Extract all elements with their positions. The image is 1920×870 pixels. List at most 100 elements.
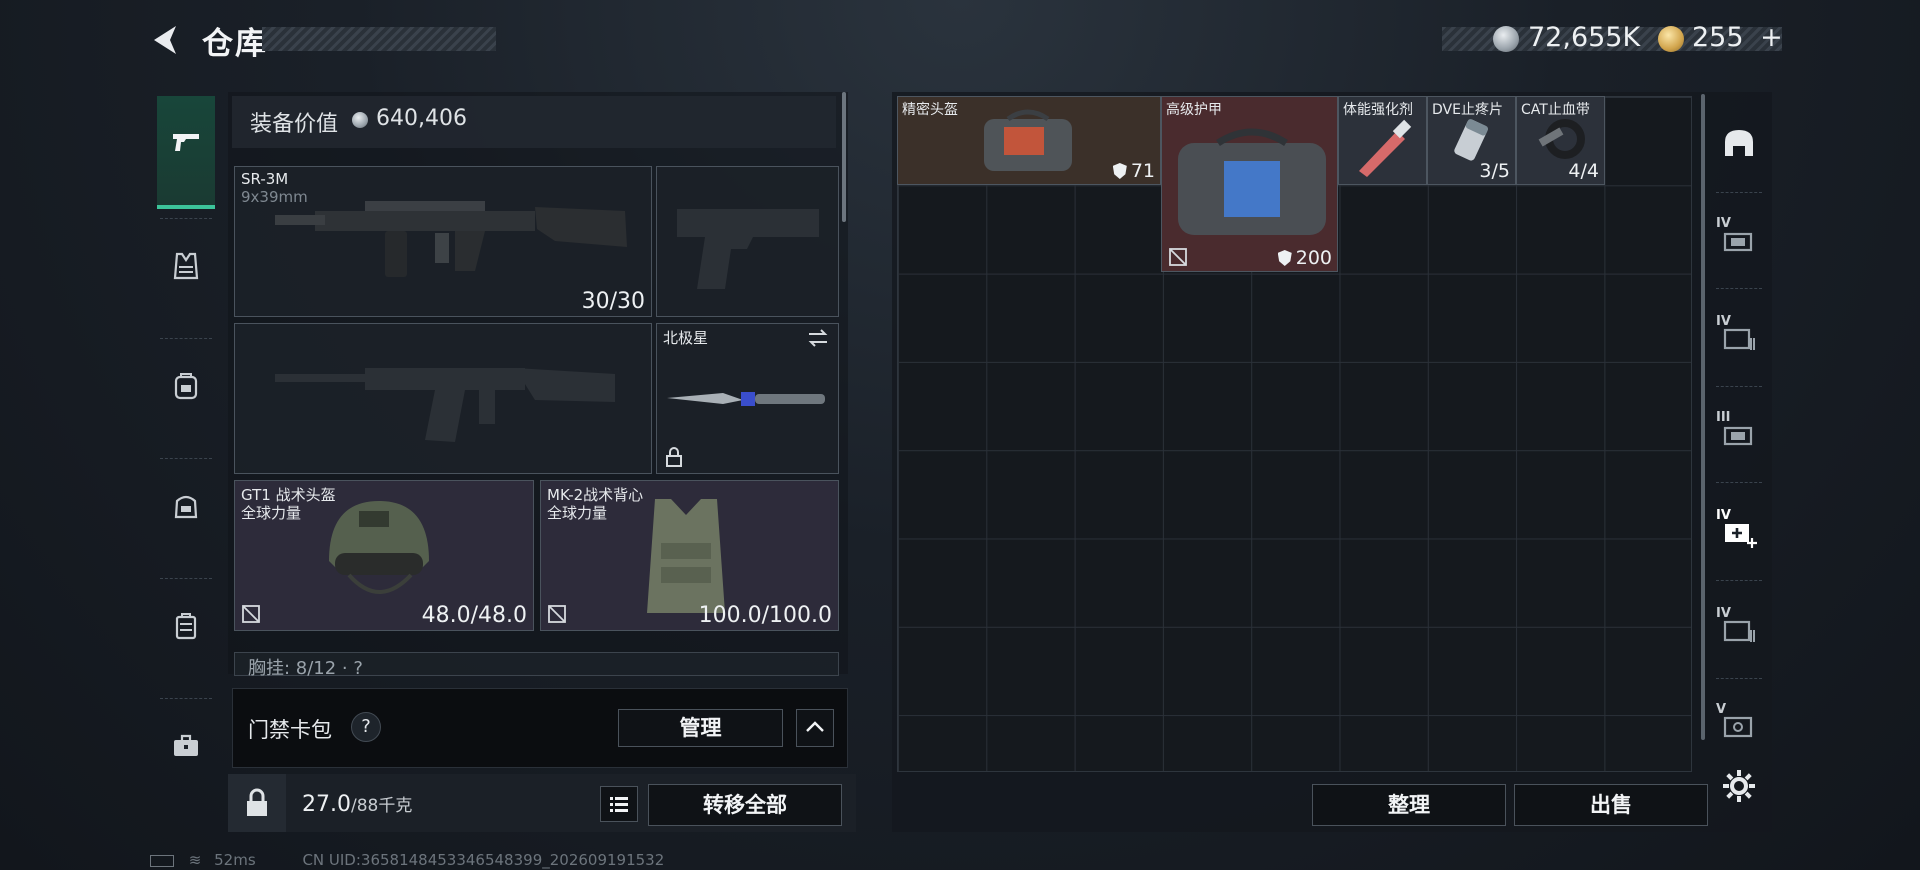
add-gold-button[interactable]: + (1760, 22, 1783, 53)
storage-item-stim[interactable]: 体能强化剂 (1338, 96, 1427, 185)
pistol-icon (173, 134, 199, 151)
armor-class-icon (1277, 250, 1292, 266)
list-view-button[interactable] (600, 786, 638, 822)
carry-weight: 27.0/88千克 (302, 791, 412, 817)
item-count: 4/4 (1568, 160, 1599, 182)
item-name: CAT止血带 (1521, 102, 1590, 118)
toolbox-icon (174, 734, 198, 756)
category-rail (150, 88, 222, 810)
rail-item-backpack[interactable] (156, 356, 216, 416)
rail-item-vest[interactable] (156, 236, 216, 296)
chest-rig-label: 胸挂: 8/12 · ? (248, 658, 363, 679)
tab-level: IV (1716, 216, 1731, 231)
helmet-icon (329, 501, 429, 594)
page-title: 仓库 (202, 26, 268, 62)
rail-item-pouch[interactable] (156, 476, 216, 536)
rifle-placeholder-icon (275, 368, 615, 442)
storage-tab-2[interactable]: IV (1712, 306, 1766, 366)
melee-slot[interactable]: 北极星 (656, 323, 839, 474)
pouch-icon (174, 495, 198, 519)
gear-icon (1723, 770, 1755, 802)
carry-weight-max: /88千克 (350, 796, 413, 816)
lock-icon (247, 788, 267, 816)
item-value-number: 71 (1130, 160, 1155, 182)
syringe-icon (1359, 119, 1412, 177)
helmet-outline-icon (1725, 130, 1753, 156)
lock-toggle[interactable] (228, 774, 286, 832)
keycard-label: 门禁卡包 (248, 718, 332, 742)
battery-icon (150, 854, 174, 867)
primary-weapon-name: SR-3M (241, 170, 289, 188)
gold-coin-icon (1658, 26, 1684, 52)
pistol-slot[interactable] (656, 166, 839, 317)
keycard-help-button[interactable]: ? (351, 712, 381, 742)
no-insure-icon (242, 605, 260, 623)
item-value-number: 200 (1295, 247, 1332, 269)
storage-scrollbar[interactable] (1701, 94, 1705, 740)
storage-tab-6[interactable]: V (1712, 694, 1766, 754)
pistol-placeholder-icon (677, 209, 819, 289)
chevron-up-icon (806, 721, 824, 732)
rail-item-toolbox[interactable] (156, 716, 216, 776)
ping-value: 52ms (214, 851, 256, 869)
equipment-value-label: 装备价值 (250, 112, 339, 137)
sell-button[interactable]: 出售 (1514, 784, 1708, 826)
rifle-icon (275, 201, 627, 277)
storage-tab-5[interactable]: IV (1712, 598, 1766, 658)
secondary-weapon-slot[interactable] (234, 323, 652, 474)
rail-item-case[interactable] (156, 596, 216, 656)
storage-item-painkiller[interactable]: DVE止疼片 3/5 (1427, 96, 1516, 185)
item-name: 精密头盔 (902, 102, 958, 118)
tab-level: IV (1716, 508, 1731, 523)
primary-weapon-caliber: 9x39mm (241, 188, 308, 206)
silver-coin-icon (1493, 26, 1519, 52)
item-value: 200 (1277, 247, 1332, 269)
item-name: 高级护甲 (1166, 102, 1222, 118)
swap-icon[interactable] (806, 328, 830, 348)
no-insure-icon (548, 605, 566, 623)
title-decoration (262, 27, 496, 51)
storage-item-armor[interactable]: 高级护甲 200 (1161, 96, 1338, 272)
list-icon (610, 797, 628, 812)
storage-item-helmet[interactable]: 精密头盔 71 (897, 96, 1161, 185)
melee-name: 北极星 (663, 329, 709, 347)
back-button[interactable] (146, 20, 186, 60)
silver-coin-icon (352, 112, 368, 128)
gold-balance-value: 255 (1692, 22, 1744, 53)
lock-icon (666, 447, 682, 467)
gold-balance: 255 + (1692, 22, 1783, 53)
tourniquet-icon (1538, 119, 1585, 159)
storage-tab-helmet[interactable] (1712, 114, 1766, 174)
vest-icon (173, 252, 199, 280)
bag-icon (1178, 128, 1326, 235)
equipment-scrollbar[interactable] (842, 92, 846, 222)
manage-button[interactable]: 管理 (618, 709, 783, 747)
storage-tab-3[interactable]: III (1712, 402, 1766, 462)
helmet-brand: 全球力量 (241, 504, 302, 522)
settings-button[interactable] (1712, 756, 1766, 816)
silver-balance: 72,655K (1528, 22, 1641, 53)
collapse-button[interactable] (796, 709, 834, 747)
backpack-icon (174, 373, 198, 400)
storage-tab-4[interactable]: IV (1712, 500, 1766, 560)
item-name: 体能强化剂 (1343, 102, 1413, 118)
no-insure-icon (1169, 248, 1187, 266)
pill-bottle-icon (1454, 119, 1489, 161)
transfer-all-button[interactable]: 转移全部 (648, 784, 842, 826)
primary-weapon-slot[interactable]: SR-3M 9x39mm 30/30 (234, 166, 652, 317)
carry-weight-value: 27.0 (302, 792, 351, 817)
item-value: 71 (1112, 160, 1155, 182)
item-name: DVE止疼片 (1432, 102, 1503, 118)
storage-tab-1[interactable]: IV (1712, 208, 1766, 268)
armor-class-icon (1112, 163, 1127, 179)
armor-slot[interactable]: MK-2战术背心 全球力量 100.0/100.0 (540, 480, 839, 631)
helmet-durability: 48.0/48.0 (421, 603, 527, 628)
sort-button[interactable]: 整理 (1312, 784, 1506, 826)
storage-item-tourniquet[interactable]: CAT止血带 4/4 (1516, 96, 1605, 185)
wifi-icon: ≋ (188, 851, 202, 869)
tab-level: V (1716, 702, 1727, 717)
back-arrow-icon (154, 26, 176, 54)
helmet-slot[interactable]: GT1 战术头盔 全球力量 48.0/48.0 (234, 480, 534, 631)
rail-item-weapons[interactable] (156, 112, 216, 172)
tab-level: IV (1716, 314, 1731, 329)
